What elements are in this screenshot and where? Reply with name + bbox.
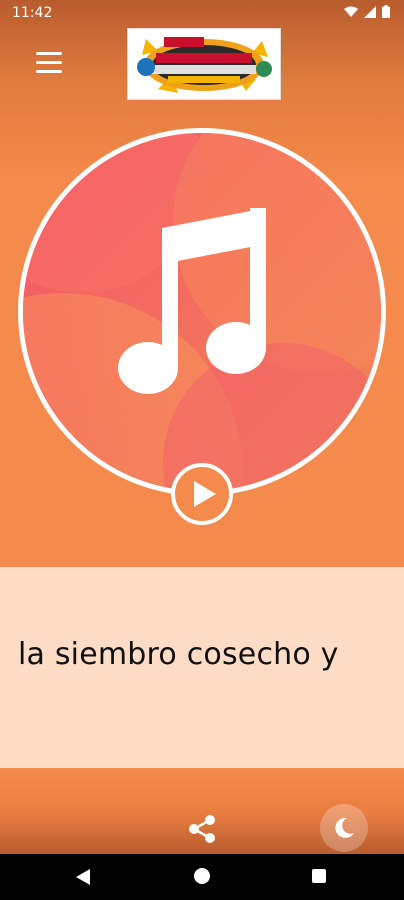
station-logo [127, 28, 281, 100]
night-mode-button[interactable] [320, 804, 368, 852]
system-navigation-bar [0, 854, 404, 900]
signal-icon [364, 5, 376, 18]
recents-icon[interactable] [312, 869, 326, 883]
battery-icon [382, 5, 390, 18]
menu-line [36, 61, 62, 64]
status-icons [344, 5, 390, 18]
bottom-bar [0, 768, 404, 854]
music-note-icon [118, 208, 266, 394]
station-logo-graphic [128, 29, 280, 99]
album-artwork [18, 128, 386, 496]
play-button[interactable] [171, 463, 233, 525]
menu-line [36, 70, 62, 73]
menu-line [36, 52, 62, 55]
back-icon[interactable] [76, 869, 90, 885]
moon-icon [335, 817, 354, 838]
artwork-circle [18, 128, 386, 496]
status-time: 11:42 [12, 5, 53, 21]
lyrics-text: la siembro cosecho y [18, 637, 339, 672]
home-icon[interactable] [194, 868, 210, 884]
share-button[interactable] [186, 813, 218, 845]
play-icon [194, 481, 216, 507]
hamburger-menu-icon[interactable] [36, 52, 62, 74]
status-bar: 11:42 [0, 0, 404, 26]
wifi-icon [344, 6, 358, 17]
share-icon [189, 815, 215, 843]
lyrics-panel: la siembro cosecho y [0, 567, 404, 768]
